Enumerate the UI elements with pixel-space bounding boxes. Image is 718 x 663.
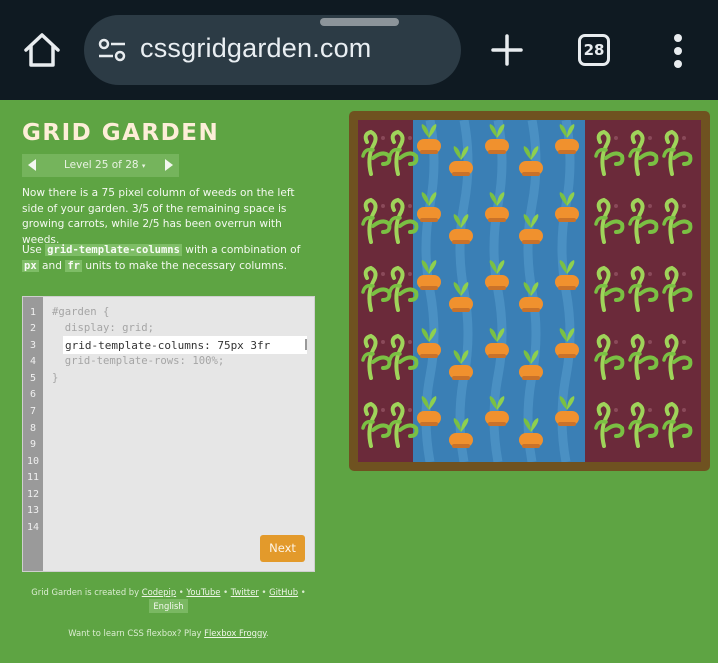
youtube-link[interactable]: YouTube (186, 587, 220, 597)
css-answer-input[interactable] (63, 336, 307, 354)
line-number: 6 (29, 389, 37, 400)
line-number: 5 (29, 373, 37, 384)
next-level-icon[interactable] (165, 159, 173, 171)
twitter-link[interactable]: Twitter (231, 587, 259, 597)
code-line: display: grid; (52, 322, 155, 334)
line-number: 9 (29, 439, 37, 450)
css-editor: 1 2 3 4 5 6 7 8 9 10 11 12 13 14 #garden… (22, 296, 315, 572)
line-gutter: 1 2 3 4 5 6 7 8 9 10 11 12 13 14 (23, 297, 43, 571)
line-number: 3 (29, 340, 37, 351)
line-number: 10 (26, 456, 40, 467)
code-line: grid-template-rows: 100%; (52, 355, 225, 367)
line-number: 2 (29, 323, 37, 334)
url-text[interactable]: cssgridgarden.com (140, 33, 372, 64)
home-icon[interactable] (22, 30, 62, 70)
code-line: } (52, 372, 59, 384)
line-number: 13 (26, 505, 40, 516)
new-tab-icon[interactable] (490, 33, 524, 67)
browser-toolbar: cssgridgarden.com 28 (0, 0, 718, 100)
line-number: 11 (26, 472, 40, 483)
text-cursor (305, 339, 307, 350)
site-settings-icon[interactable] (98, 38, 126, 62)
line-number: 8 (29, 423, 37, 434)
address-bar[interactable]: cssgridgarden.com (84, 15, 461, 85)
instructions-paragraph: Now there is a 75 pixel column of weeds … (22, 187, 295, 246)
drag-handle[interactable] (320, 18, 399, 26)
language-selector[interactable]: English (149, 599, 188, 613)
code-line: #garden { (52, 306, 110, 318)
line-number: 12 (26, 489, 40, 500)
level-indicator[interactable]: Level 25 of 28 ▾ (64, 159, 145, 171)
level-navigator: Level 25 of 28 ▾ (22, 154, 179, 177)
next-button[interactable]: Next (260, 535, 305, 562)
code-keyword: fr (65, 259, 82, 272)
menu-icon[interactable] (666, 34, 690, 68)
line-number: 1 (29, 307, 37, 318)
line-number: 4 (29, 356, 37, 367)
code-keyword: px (22, 259, 39, 272)
line-number: 7 (29, 406, 37, 417)
tab-switcher-button[interactable]: 28 (578, 34, 610, 66)
github-link[interactable]: GitHub (269, 587, 298, 597)
code-keyword: grid-template-columns (45, 244, 182, 256)
previous-level-icon[interactable] (28, 159, 36, 171)
codepip-link[interactable]: Codepip (142, 587, 176, 597)
game-title: GRID GARDEN (22, 120, 220, 146)
line-number: 14 (26, 522, 40, 533)
flexbox-promo: Want to learn CSS flexbox? Play Flexbox … (68, 628, 269, 638)
chevron-down-icon: ▾ (141, 162, 146, 170)
credits: Grid Garden is created by Codepip • YouT… (31, 587, 306, 597)
instructions-hint: Use grid-template-columns with a combina… (22, 244, 301, 272)
garden (358, 120, 701, 462)
flexbox-froggy-link[interactable]: Flexbox Froggy (204, 628, 266, 638)
